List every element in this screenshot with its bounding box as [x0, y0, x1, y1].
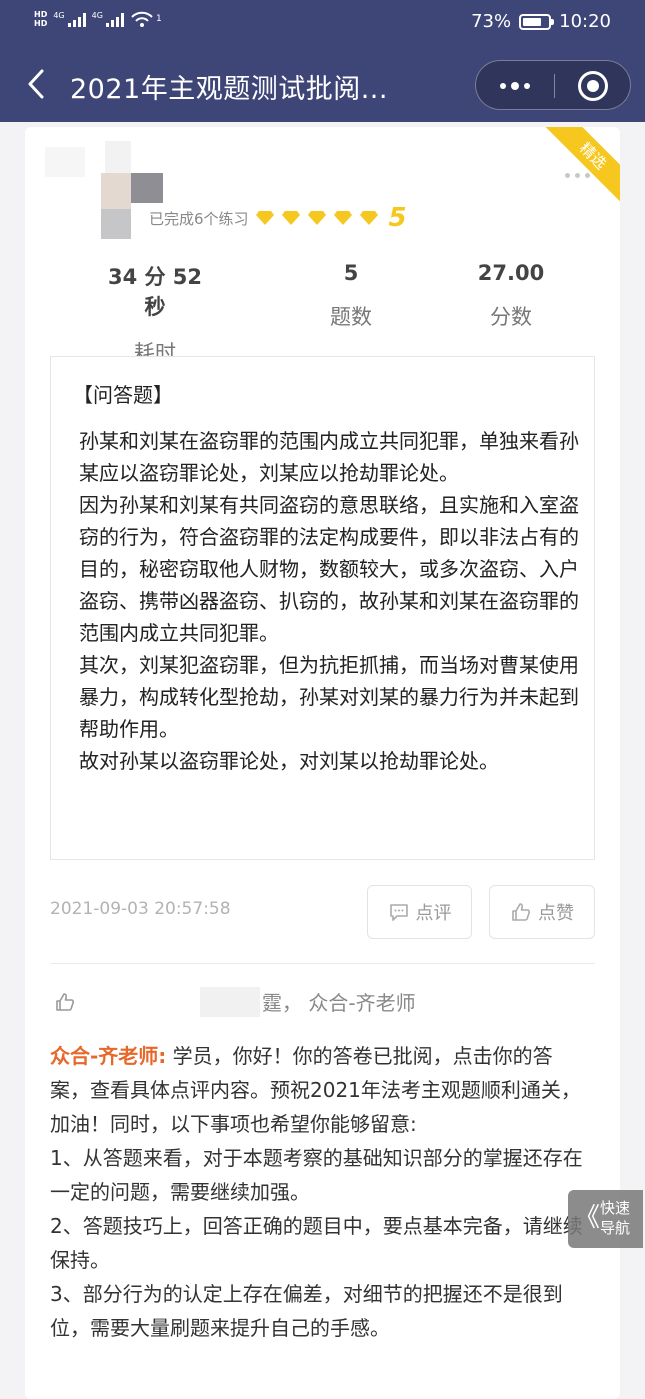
comment-button[interactable]: 点评	[367, 885, 472, 939]
signal-icon-b: 4G	[92, 11, 124, 27]
stat-label: 题数	[330, 305, 372, 329]
status-right: 73% 10:20	[471, 11, 611, 32]
page-title: 2021年主观题测试批阅...	[70, 74, 388, 105]
double-chevron-left-icon: 《	[574, 1203, 601, 1233]
diamond-icon	[281, 211, 300, 225]
close-mini-program-icon[interactable]	[578, 71, 608, 101]
diamond-icon	[333, 211, 352, 225]
dot-icon	[575, 173, 580, 178]
thumbs-up-icon	[512, 903, 530, 921]
section-divider	[50, 963, 595, 964]
comment-button-label: 点评	[415, 903, 452, 924]
quick-nav-label: 快速导航	[600, 1199, 631, 1237]
stat-value: 34 分 52 秒	[107, 265, 203, 319]
avatar[interactable]	[45, 141, 165, 241]
comment-author: 众合-齐老师:	[50, 1044, 167, 1068]
stat-value: 27.00	[477, 261, 545, 285]
comment-text: 学员，你好！你的答卷已批阅，点击你的答案，查看具体点评内容。预祝2021年法考主…	[50, 1044, 583, 1340]
comment-icon	[389, 904, 408, 921]
more-menu-button[interactable]	[476, 61, 554, 111]
thumbs-up-icon	[56, 993, 74, 1011]
stat-value: 5	[343, 261, 359, 285]
featured-ribbon: 精选	[542, 127, 620, 207]
likers-row: 霆， 众合-齐老师	[50, 987, 595, 1017]
wifi-icon	[131, 11, 153, 27]
status-bar: HD HD 4G 4G 1 73% 10:20	[0, 0, 645, 44]
status-left: HD HD 4G 4G 1	[34, 10, 162, 28]
signal-icon-a: 4G	[53, 11, 86, 27]
diamond-icon	[255, 211, 274, 225]
answer-box[interactable]: 【问答题】 孙某和刘某在盗窃罪的范围内成立共同犯罪，单独来看孙某应以盗窃罪论处，…	[50, 356, 595, 860]
capsule-divider	[554, 74, 555, 98]
stat-score: 27.00 分数	[461, 261, 561, 331]
featured-ribbon-label: 精选	[544, 127, 620, 205]
battery-percent: 73%	[471, 11, 512, 32]
submit-timestamp: 2021-09-03 20:57:58	[50, 899, 231, 919]
stat-duration: 34 分 52 秒 耗时	[95, 261, 215, 367]
mini-program-capsule	[475, 60, 631, 110]
stat-question-count: 5 题数	[301, 261, 401, 331]
diamond-icon	[359, 211, 378, 225]
diamond-icon	[307, 211, 326, 225]
like-button-label: 点赞	[538, 903, 574, 924]
question-type: 【问答题】	[73, 383, 173, 407]
teacher-comment[interactable]: 众合-齐老师: 学员，你好！你的答卷已批阅，点击你的答案，查看具体点评内容。预祝…	[50, 1039, 590, 1345]
stat-label: 分数	[490, 305, 532, 329]
practice-summary: 已完成6个练习 5	[149, 203, 407, 233]
answer-card: 精选 已完成6个练习 5 34 分 52 秒 耗时 5 题数 27.00 分数 …	[25, 127, 620, 1399]
dot-icon	[565, 173, 570, 178]
level-diamonds	[255, 210, 379, 226]
top-bar: HD HD 4G 4G 1 73% 10:20 2021年主观题测试批阅...	[0, 0, 645, 122]
dot-icon	[500, 83, 506, 89]
hd-icon: HD HD	[34, 10, 48, 28]
like-button[interactable]: 点赞	[489, 885, 595, 939]
clock: 10:20	[559, 11, 611, 32]
likers-names: 霆， 众合-齐老师	[262, 991, 416, 1015]
answer-text: 孙某和刘某在盗窃罪的范围内成立共同犯罪，单独来看孙某应以盗窃罪论处，刘某应以抢劫…	[79, 429, 579, 773]
network-label-b: 4G	[91, 11, 103, 20]
dot-icon	[524, 83, 530, 89]
battery-icon	[519, 13, 555, 30]
comment-paragraph: 众合-齐老师: 学员，你好！你的答卷已批阅，点击你的答案，查看具体点评内容。预祝…	[50, 1039, 590, 1345]
completed-count: 已完成6个练习	[149, 209, 249, 228]
back-arrow-icon[interactable]	[22, 66, 52, 102]
dot-icon	[585, 173, 590, 178]
card-more-button[interactable]	[565, 173, 590, 178]
level-number: 5	[388, 203, 407, 233]
nav-bar: 2021年主观题测试批阅...	[0, 52, 645, 118]
wifi-sup: 1	[155, 14, 162, 24]
quick-nav-button[interactable]: 《 快速导航	[568, 1190, 643, 1248]
dot-icon	[511, 82, 519, 90]
network-label-a: 4G	[53, 11, 65, 20]
redacted-name	[200, 987, 260, 1017]
